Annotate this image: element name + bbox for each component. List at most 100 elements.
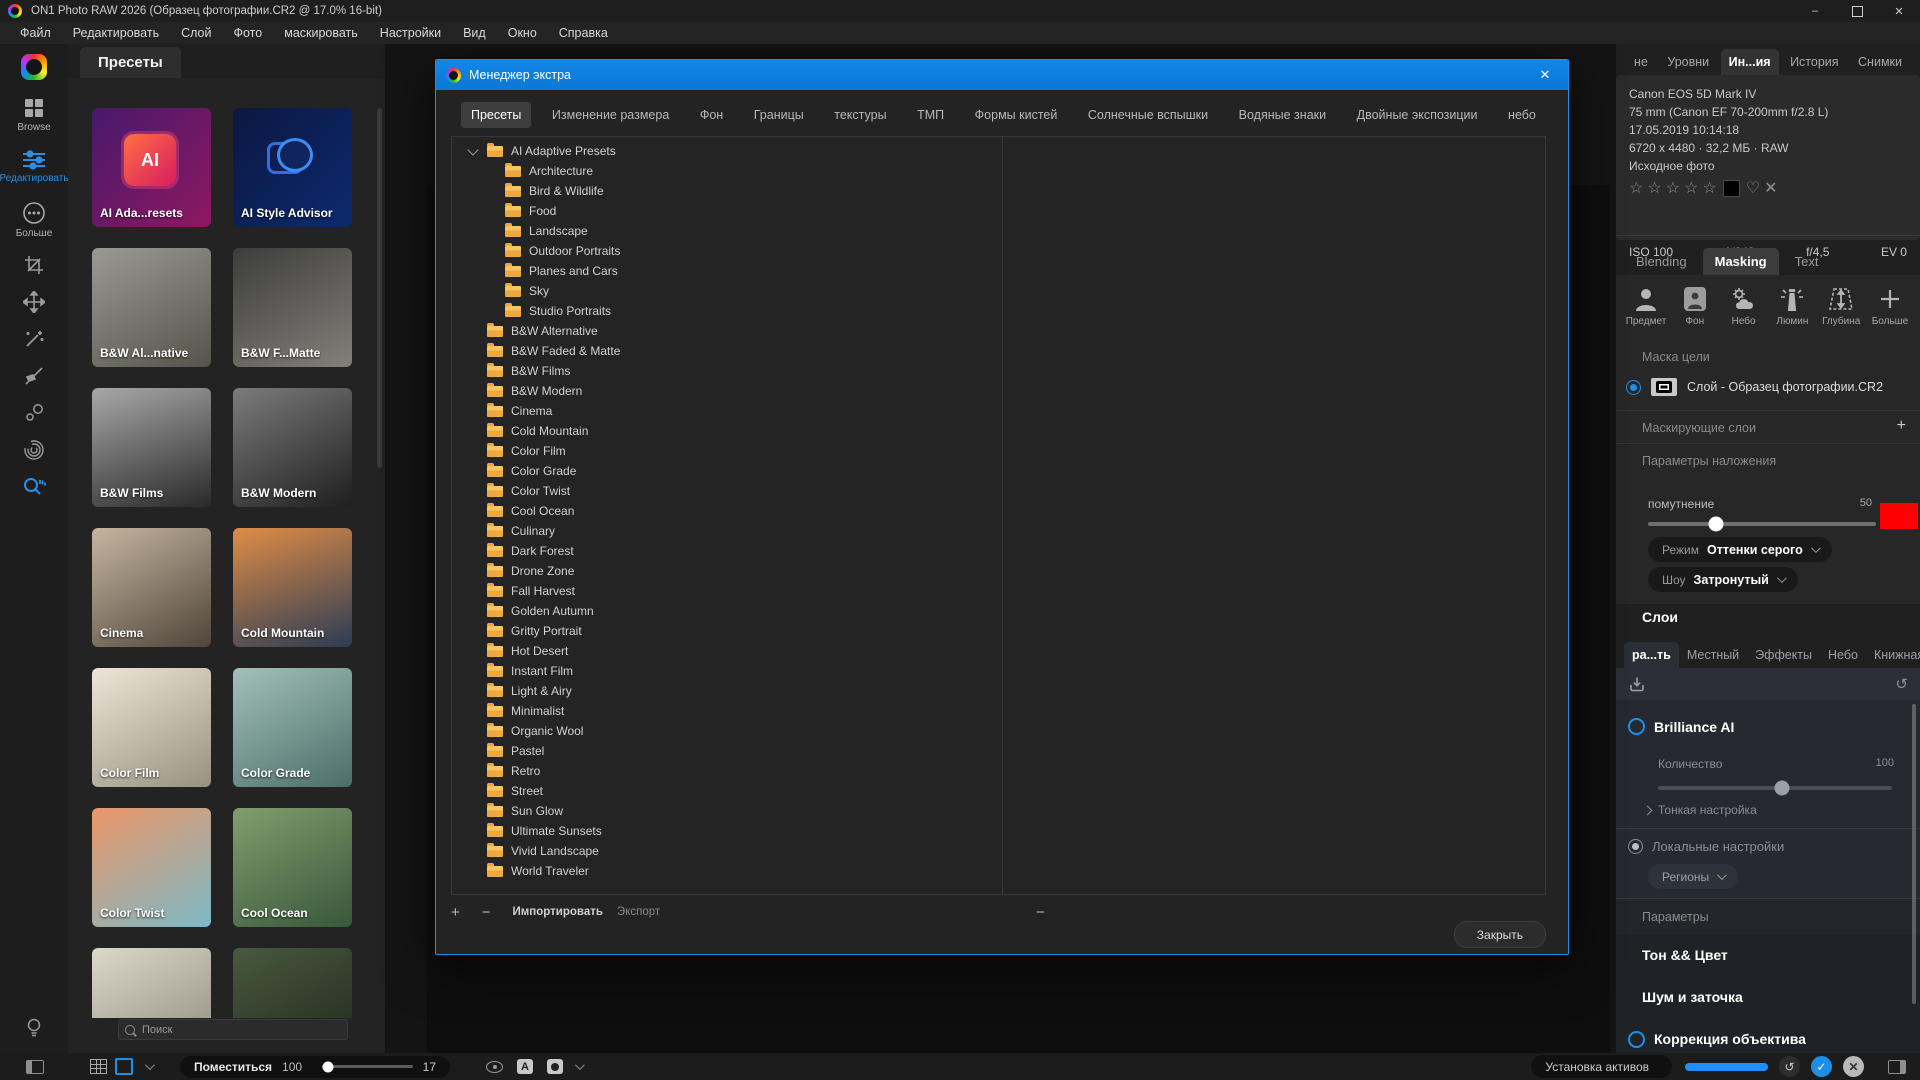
crop-tool-button[interactable] bbox=[23, 254, 45, 276]
brush-tool-button[interactable] bbox=[23, 365, 45, 387]
info-tab[interactable]: не bbox=[1626, 49, 1656, 75]
confirm-button[interactable]: ✓ bbox=[1811, 1056, 1832, 1077]
layers-tab[interactable]: Небо bbox=[1820, 642, 1866, 668]
dialog-close-icon[interactable]: ✕ bbox=[1532, 67, 1558, 83]
mask-show-dropdown[interactable]: Шоу Затронутый bbox=[1648, 567, 1798, 592]
chevron-down-icon[interactable] bbox=[145, 1060, 155, 1070]
fingerprint-tool-button[interactable] bbox=[23, 439, 45, 461]
presets-scrollbar[interactable] bbox=[377, 108, 382, 468]
slider-thumb[interactable] bbox=[322, 1061, 333, 1072]
mask-background-button[interactable]: Фон bbox=[1673, 285, 1717, 327]
menu-item[interactable]: Вид bbox=[453, 24, 496, 42]
tree-item[interactable]: Hot Desert bbox=[452, 641, 1001, 661]
preset-tile[interactable]: Color Twist bbox=[92, 808, 211, 927]
section-tone-color[interactable]: Тон && Цвет bbox=[1616, 934, 1920, 977]
tree-item[interactable]: Culinary bbox=[452, 521, 1001, 541]
mode-tab[interactable]: Text bbox=[1783, 248, 1831, 275]
heart-icon[interactable]: ♡ bbox=[1746, 178, 1760, 198]
brilliance-row[interactable]: Brilliance AI bbox=[1628, 718, 1734, 735]
local-settings-row[interactable]: Локальные настройки bbox=[1628, 839, 1784, 854]
tree-item[interactable]: Food bbox=[452, 201, 1001, 221]
preset-tile[interactable]: B&W Modern bbox=[233, 388, 352, 507]
menu-item[interactable]: Окно bbox=[498, 24, 547, 42]
regions-dropdown[interactable]: Регионы bbox=[1648, 864, 1738, 889]
amount-slider[interactable] bbox=[1658, 786, 1892, 790]
mask-luminosity-button[interactable]: Люмин bbox=[1770, 285, 1814, 327]
dialog-tab[interactable]: Пресеты bbox=[461, 102, 531, 128]
preset-tile[interactable]: AI AI Ada...resets bbox=[92, 108, 211, 227]
presets-panel-title[interactable]: Пресеты bbox=[80, 47, 181, 78]
tree-item[interactable]: Dark Forest bbox=[452, 541, 1001, 561]
slider-thumb[interactable] bbox=[1775, 781, 1790, 796]
color-label-swatch[interactable] bbox=[1723, 180, 1740, 197]
preset-tile[interactable]: B&W F...Matte bbox=[233, 248, 352, 367]
minimize-button[interactable]: – bbox=[1794, 0, 1836, 22]
remove-folder-button[interactable]: − bbox=[482, 904, 491, 921]
tree-item[interactable]: Studio Portraits bbox=[452, 301, 1001, 321]
single-view-icon[interactable] bbox=[115, 1058, 133, 1075]
layers-tab[interactable]: ра...ть bbox=[1624, 642, 1679, 668]
reject-icon[interactable]: ✕ bbox=[1764, 178, 1777, 198]
info-tab[interactable]: Ин...ия bbox=[1721, 49, 1779, 75]
preset-tile[interactable] bbox=[233, 948, 352, 1018]
tree-item[interactable]: Pastel bbox=[452, 741, 1001, 761]
tree-item[interactable]: Outdoor Portraits bbox=[452, 241, 1001, 261]
tree-item[interactable]: Drone Zone bbox=[452, 561, 1001, 581]
dialog-close-button[interactable]: Закрыть bbox=[1454, 921, 1546, 948]
refine-tool-button[interactable] bbox=[23, 402, 45, 424]
tree-item[interactable]: Cold Mountain bbox=[452, 421, 1001, 441]
dialog-tab[interactable]: Изменение размера bbox=[542, 102, 679, 128]
dialog-tab[interactable]: небо bbox=[1498, 102, 1546, 128]
mode-tab[interactable]: Masking bbox=[1703, 248, 1779, 275]
fit-button[interactable]: Поместиться bbox=[194, 1060, 272, 1074]
info-tab[interactable]: Уровни bbox=[1659, 49, 1717, 75]
tree-item[interactable]: Landscape bbox=[452, 221, 1001, 241]
preset-tile[interactable]: Color Grade bbox=[233, 668, 352, 787]
tree-item[interactable]: Bird & Wildlife bbox=[452, 181, 1001, 201]
preset-tile[interactable]: B&W Films bbox=[92, 388, 211, 507]
preset-tile[interactable]: Cinema bbox=[92, 528, 211, 647]
menu-item[interactable]: Файл bbox=[10, 24, 61, 42]
tree-item[interactable]: B&W Faded & Matte bbox=[452, 341, 1001, 361]
toggle-right-panel-button[interactable] bbox=[1888, 1060, 1906, 1074]
tree-item[interactable]: Gritty Portrait bbox=[452, 621, 1001, 641]
tree-item[interactable]: Cinema bbox=[452, 401, 1001, 421]
info-tab[interactable]: Снимки bbox=[1850, 49, 1910, 75]
text-overlay-icon[interactable]: A bbox=[517, 1059, 533, 1074]
preset-search-box[interactable] bbox=[118, 1019, 348, 1040]
preset-tile[interactable]: AI Style Advisor bbox=[233, 108, 352, 227]
dialog-tab[interactable]: Фон bbox=[690, 102, 733, 128]
reset-undo-icon[interactable]: ↺ bbox=[1895, 675, 1908, 693]
tree-item[interactable]: Architecture bbox=[452, 161, 1001, 181]
toggle-left-panel-button[interactable] bbox=[26, 1060, 44, 1074]
slider-thumb[interactable] bbox=[1709, 517, 1724, 532]
chevron-down-icon[interactable] bbox=[575, 1060, 585, 1070]
tree-item[interactable]: Golden Autumn bbox=[452, 601, 1001, 621]
add-folder-button[interactable]: + bbox=[451, 904, 460, 921]
dialog-tab[interactable]: Водяные знаки bbox=[1229, 102, 1336, 128]
menu-item[interactable]: Настройки bbox=[370, 24, 451, 42]
mode-tab[interactable]: Blending bbox=[1624, 248, 1699, 275]
add-masking-layer-button[interactable]: + bbox=[1897, 417, 1906, 435]
preset-tile[interactable]: B&W Al...native bbox=[92, 248, 211, 367]
mask-view-icon[interactable] bbox=[547, 1059, 563, 1074]
star-icon[interactable]: ☆ bbox=[1666, 178, 1680, 198]
tree-item[interactable]: Light & Airy bbox=[452, 681, 1001, 701]
tree-item[interactable]: Street bbox=[452, 781, 1001, 801]
menu-item[interactable]: Фото bbox=[224, 24, 273, 42]
tree-item[interactable]: Sun Glow bbox=[452, 801, 1001, 821]
more-module-button[interactable]: Больше bbox=[16, 200, 53, 239]
help-bulb-button[interactable] bbox=[24, 1017, 44, 1039]
chevron-down-icon[interactable] bbox=[467, 144, 478, 155]
mask-depth-button[interactable]: Глубина bbox=[1819, 285, 1863, 327]
tree-item[interactable]: Ultimate Sunsets bbox=[452, 821, 1001, 841]
dialog-tab[interactable]: Границы bbox=[744, 102, 814, 128]
zoom-tool-button[interactable] bbox=[22, 476, 46, 498]
zoom-100-button[interactable]: 100 bbox=[282, 1060, 302, 1074]
menu-item[interactable]: маскировать bbox=[274, 24, 368, 42]
section-noise-sharpening[interactable]: Шум и заточка bbox=[1616, 976, 1920, 1019]
import-button[interactable]: Импортировать bbox=[513, 906, 603, 918]
star-icon[interactable]: ☆ bbox=[1647, 178, 1661, 198]
radio-selected-icon[interactable] bbox=[1626, 380, 1641, 395]
zoom-slider[interactable] bbox=[322, 1065, 413, 1068]
